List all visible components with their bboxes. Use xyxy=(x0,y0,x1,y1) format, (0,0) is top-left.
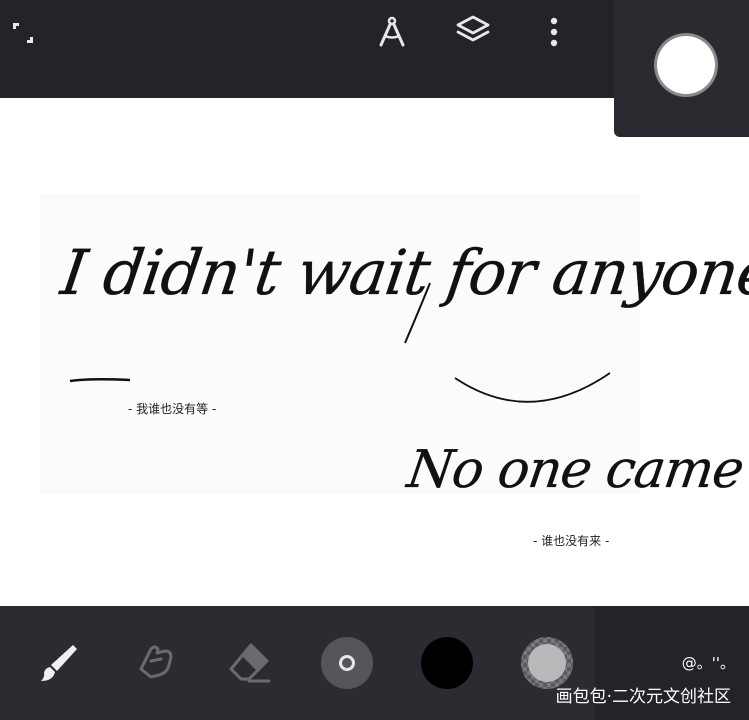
handwriting-line-1: I didn't wait for anyone xyxy=(56,236,749,309)
smudge-icon xyxy=(139,645,173,679)
primary-color-swatch xyxy=(421,637,473,689)
drawing-canvas[interactable]: I didn't wait for anyone - 我谁也没有等 - No o… xyxy=(0,98,749,606)
layers-icon[interactable] xyxy=(452,10,494,52)
brush-size-icon xyxy=(321,637,373,689)
current-color-swatch[interactable] xyxy=(657,36,715,94)
brush-icon xyxy=(41,645,77,681)
more-vertical-icon[interactable] xyxy=(540,12,568,52)
color-panel xyxy=(614,0,749,137)
bottom-toolbar xyxy=(0,606,595,720)
fullscreen-exit-icon[interactable] xyxy=(6,16,40,50)
watermark-user: @。''。 xyxy=(681,654,735,672)
handwriting-line-2: No one came xyxy=(403,440,747,500)
canvas-strokes xyxy=(40,194,640,494)
brush-size-indicator xyxy=(339,655,355,671)
caption-translation-2: - 谁也没有来 - xyxy=(533,534,610,548)
brush-size-tool[interactable] xyxy=(312,606,382,720)
brush-tool[interactable] xyxy=(22,606,92,720)
caption-translation-1: - 我谁也没有等 - xyxy=(128,402,217,416)
eraser-tool[interactable] xyxy=(214,606,284,720)
secondary-color-fill xyxy=(528,644,566,682)
eraser-icon xyxy=(229,643,271,683)
watermark-site: 画包包·二次元文创社区 xyxy=(555,687,731,707)
smudge-tool[interactable] xyxy=(120,606,190,720)
compass-ruler-icon[interactable] xyxy=(372,12,412,52)
primary-color-tool[interactable] xyxy=(412,606,482,720)
